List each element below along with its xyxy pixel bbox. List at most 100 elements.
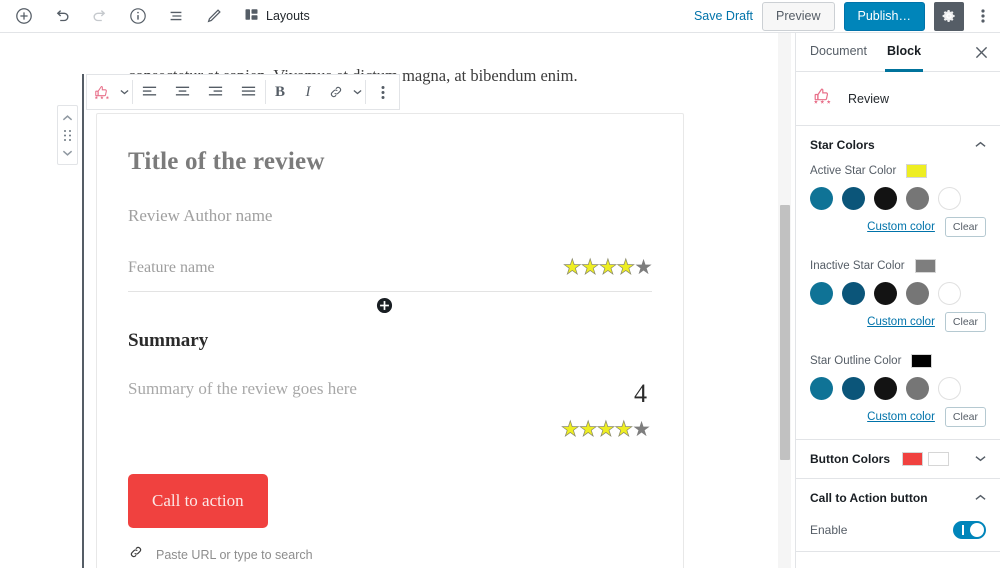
- star-filled-icon[interactable]: ★: [596, 418, 616, 441]
- active-star-color-actions: Custom color Clear: [810, 217, 986, 237]
- block-toolbar: B I: [86, 74, 400, 110]
- button-background-color-chip: [902, 452, 923, 466]
- editor-canvas: consectetur at sapien. Vivamus et dictum…: [0, 33, 795, 568]
- chevron-up-icon[interactable]: [975, 140, 986, 150]
- active-star-color-row: Active Star Color: [810, 164, 986, 178]
- cta-enable-toggle[interactable]: [953, 521, 986, 539]
- link-icon: [128, 544, 144, 565]
- swatch-black[interactable]: [874, 187, 897, 210]
- star-filled-icon[interactable]: ★: [563, 256, 583, 279]
- swatch-white[interactable]: [938, 187, 961, 210]
- review-feature-row: Feature name ★★★★★: [128, 256, 653, 292]
- swatch-black[interactable]: [874, 377, 897, 400]
- active-star-color-chip: [906, 164, 928, 178]
- inactive-star-color-chip: [914, 259, 936, 273]
- cta-enable-label: Enable: [810, 523, 848, 537]
- panel-star-colors: Star Colors Active Star Color Custom col…: [796, 126, 1000, 440]
- swatch-dark-blue[interactable]: [842, 282, 865, 305]
- review-block-content: Title of the review Review Author name F…: [97, 114, 683, 565]
- review-thumbs-up-stars-icon[interactable]: [87, 75, 117, 109]
- active-star-color-swatches: [810, 187, 986, 210]
- gear-icon[interactable]: [934, 1, 964, 31]
- review-title-input[interactable]: Title of the review: [128, 148, 652, 176]
- align-justify-button[interactable]: [232, 75, 265, 109]
- star-filled-icon[interactable]: ★: [616, 256, 636, 279]
- call-to-action-button[interactable]: Call to action: [128, 474, 268, 528]
- cta-url-input[interactable]: Paste URL or type to search: [156, 548, 313, 562]
- star-empty-icon[interactable]: ★: [634, 256, 653, 279]
- chevron-down-icon[interactable]: [975, 454, 986, 464]
- active-clear-button[interactable]: Clear: [944, 217, 986, 237]
- star-filled-icon[interactable]: ★: [578, 418, 598, 441]
- undo-icon[interactable]: [44, 0, 80, 32]
- star-filled-icon[interactable]: ★: [614, 418, 634, 441]
- vertical-dots-icon[interactable]: [366, 75, 399, 109]
- overall-star-rating[interactable]: ★★★★★: [128, 418, 651, 441]
- star-empty-icon[interactable]: ★: [632, 418, 651, 441]
- align-left-button[interactable]: [133, 75, 166, 109]
- panel-button-colors-header[interactable]: Button Colors: [796, 440, 1000, 478]
- plus-circle-icon[interactable]: [376, 297, 393, 314]
- swatch-gray[interactable]: [906, 187, 929, 210]
- star-outline-color-actions: Custom color Clear: [810, 407, 986, 427]
- swatch-dark-blue[interactable]: [842, 377, 865, 400]
- swatch-light-blue[interactable]: [810, 187, 833, 210]
- drag-dots-icon[interactable]: [58, 127, 77, 144]
- inactive-clear-button[interactable]: Clear: [944, 312, 986, 332]
- swatch-dark-blue[interactable]: [842, 187, 865, 210]
- swatch-black[interactable]: [874, 282, 897, 305]
- more-rich-text-chevron-down-icon[interactable]: [350, 75, 365, 109]
- review-author-input[interactable]: Review Author name: [128, 206, 652, 226]
- panel-star-colors-header[interactable]: Star Colors: [796, 126, 1000, 164]
- chevron-down-icon[interactable]: [58, 144, 77, 161]
- star-filled-icon[interactable]: ★: [580, 256, 600, 279]
- swatch-light-blue[interactable]: [810, 377, 833, 400]
- top-bar-left-tools: Layouts: [0, 0, 314, 32]
- swatch-gray[interactable]: [906, 377, 929, 400]
- link-icon[interactable]: [322, 75, 350, 109]
- tab-block[interactable]: Block: [877, 33, 931, 72]
- preview-button[interactable]: Preview: [762, 1, 835, 31]
- align-right-button[interactable]: [199, 75, 232, 109]
- panel-button-colors-title: Button Colors: [810, 452, 890, 466]
- bold-button[interactable]: B: [266, 75, 294, 109]
- add-block-icon[interactable]: [6, 0, 42, 32]
- active-star-color-label: Active Star Color: [810, 165, 897, 177]
- review-feature-input[interactable]: Feature name: [128, 259, 215, 277]
- feature-star-rating[interactable]: ★★★★★: [563, 256, 653, 279]
- star-filled-icon[interactable]: ★: [598, 256, 618, 279]
- review-block[interactable]: Title of the review Review Author name F…: [96, 113, 684, 568]
- kebab-menu-icon[interactable]: [973, 2, 993, 31]
- active-custom-color-link[interactable]: Custom color: [867, 221, 935, 233]
- redo-icon[interactable]: [82, 0, 118, 32]
- swatch-light-blue[interactable]: [810, 282, 833, 305]
- chevron-up-icon[interactable]: [975, 493, 986, 503]
- inactive-star-color-swatches: [810, 282, 986, 305]
- info-icon[interactable]: [120, 0, 156, 32]
- block-type-chevron-down-icon[interactable]: [117, 75, 132, 109]
- outline-clear-button[interactable]: Clear: [944, 407, 986, 427]
- inactive-custom-color-link[interactable]: Custom color: [867, 316, 935, 328]
- italic-button[interactable]: I: [294, 75, 322, 109]
- align-center-button[interactable]: [166, 75, 199, 109]
- swatch-white[interactable]: [938, 377, 961, 400]
- close-icon[interactable]: [966, 37, 996, 67]
- block-navigation-icon[interactable]: [158, 0, 194, 32]
- layouts-icon: [244, 7, 259, 25]
- outline-custom-color-link[interactable]: Custom color: [867, 411, 935, 423]
- star-outline-color-row: Star Outline Color: [810, 354, 986, 368]
- edit-pencil-icon[interactable]: [196, 0, 232, 32]
- save-draft-button[interactable]: Save Draft: [694, 9, 753, 23]
- swatch-gray[interactable]: [906, 282, 929, 305]
- panel-cta-header[interactable]: Call to Action button: [796, 479, 1000, 517]
- canvas-scrollbar-thumb[interactable]: [780, 205, 790, 460]
- summary-heading: Summary: [128, 330, 209, 351]
- chevron-up-icon[interactable]: [58, 109, 77, 126]
- layouts-button[interactable]: Layouts: [240, 3, 314, 29]
- layouts-label: Layouts: [266, 9, 310, 23]
- publish-button[interactable]: Publish…: [843, 1, 925, 31]
- inactive-star-color-row: Inactive Star Color: [810, 259, 986, 273]
- star-filled-icon[interactable]: ★: [561, 418, 581, 441]
- tab-document[interactable]: Document: [800, 33, 877, 72]
- swatch-white[interactable]: [938, 282, 961, 305]
